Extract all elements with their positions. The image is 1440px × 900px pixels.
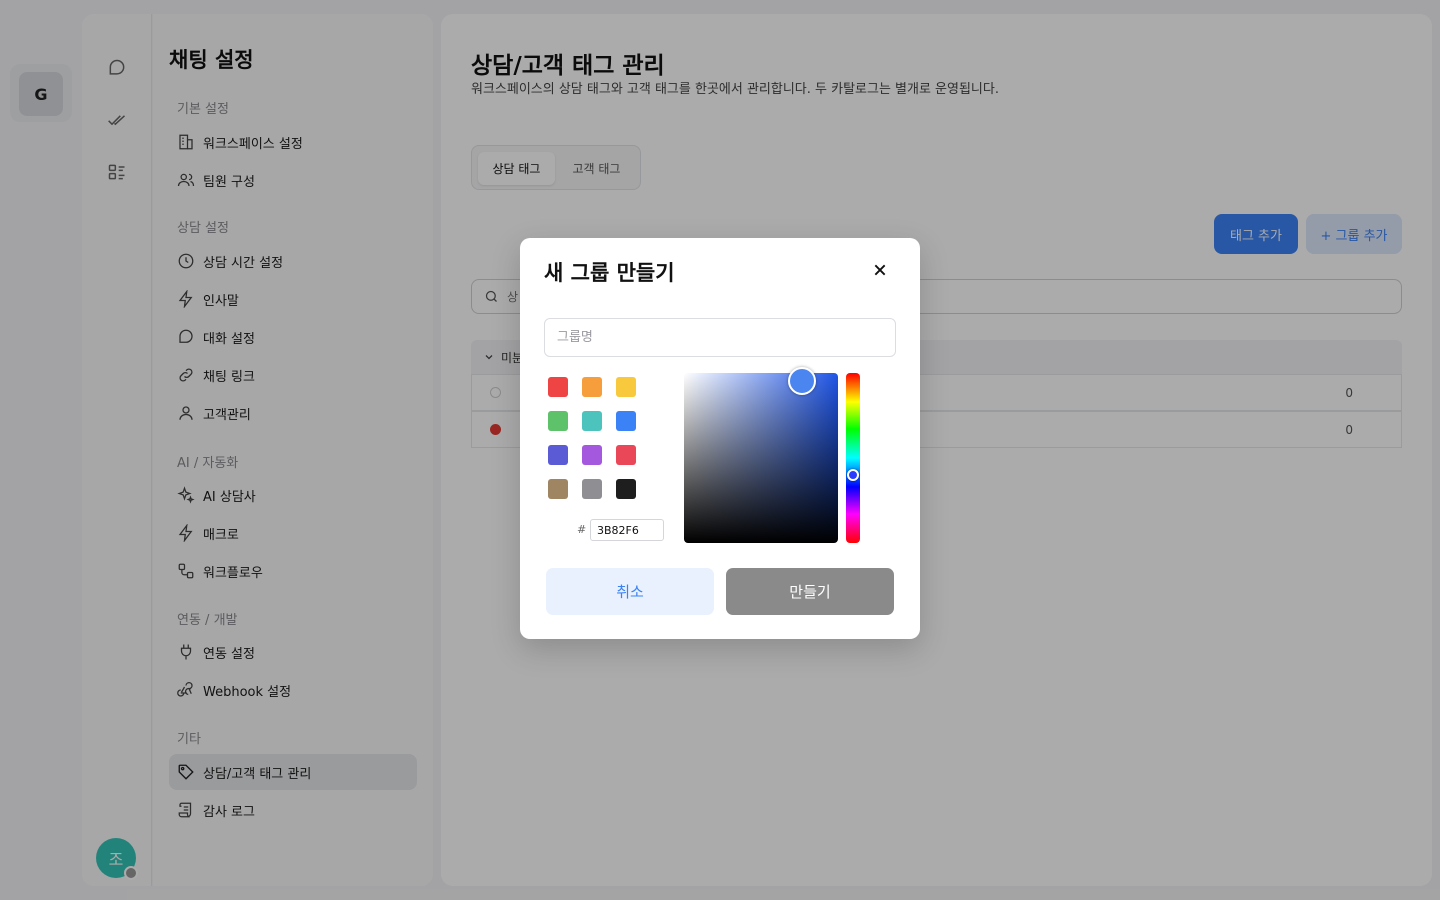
color-swatch-gray[interactable] [582,479,602,499]
hex-color-input[interactable] [590,519,664,541]
color-swatch-blue[interactable] [616,411,636,431]
modal-title: 새 그룹 만들기 [544,261,675,285]
hue-slider[interactable] [846,373,860,543]
color-swatch-red[interactable] [548,377,568,397]
color-swatch-teal[interactable] [582,411,602,431]
color-swatch-yellow[interactable] [616,377,636,397]
create-button[interactable]: 만들기 [726,568,894,615]
color-swatch-black[interactable] [616,479,636,499]
close-icon[interactable] [870,260,890,280]
group-name-input[interactable] [544,318,896,357]
hue-slider-handle[interactable] [847,469,859,481]
cancel-button[interactable]: 취소 [546,568,714,615]
color-swatch-orange[interactable] [582,377,602,397]
color-swatch-brown[interactable] [548,479,568,499]
color-picker-handle[interactable] [788,367,816,395]
color-swatch-purple[interactable] [582,445,602,465]
saturation-value-picker[interactable] [684,373,838,543]
create-group-modal: 새 그룹 만들기 # 취소 만들기 [520,238,920,639]
color-swatch-green[interactable] [548,411,568,431]
color-swatch-pink[interactable] [616,445,636,465]
color-swatch-indigo[interactable] [548,445,568,465]
hex-prefix: # [577,523,587,536]
